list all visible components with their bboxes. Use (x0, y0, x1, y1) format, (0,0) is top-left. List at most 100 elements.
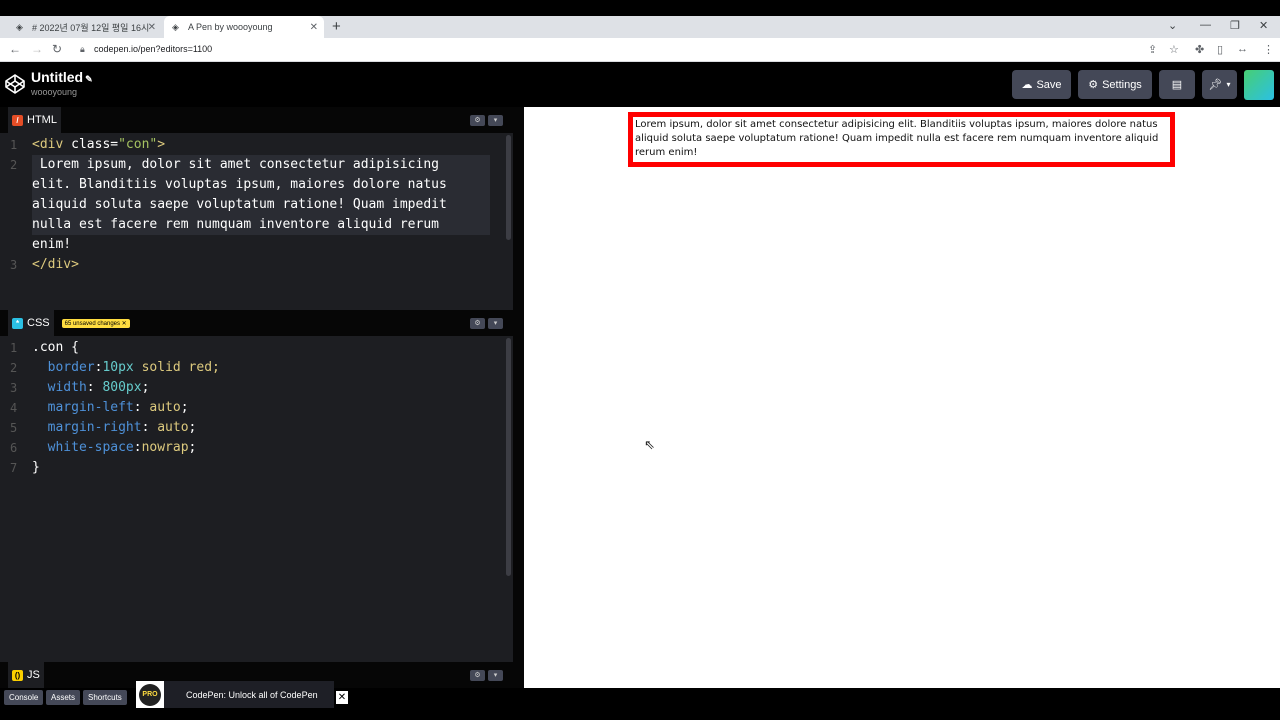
gear-icon[interactable]: ⚙ (470, 114, 485, 126)
code-line: margin-left: auto; (32, 398, 189, 418)
line-number: 3 (10, 258, 18, 272)
code-token: class= (63, 137, 119, 152)
gear-icon: ⚙ (1088, 79, 1099, 91)
code-line: nulla est facere rem numquam inventore a… (32, 215, 490, 235)
chevron-down-icon[interactable]: ▾ (488, 114, 503, 126)
forward-icon[interactable]: → (31, 42, 43, 56)
code-token: 800px (102, 380, 142, 395)
html-editor-controls: ⚙ ▾ (470, 114, 503, 126)
close-icon[interactable]: ✕ (336, 691, 348, 704)
code-line: Lorem ipsum, dolor sit amet consectetur … (32, 155, 490, 175)
code-token: auto (149, 400, 181, 415)
lock-icon: 🔒︎ (80, 44, 85, 54)
preview-pane[interactable]: Lorem ipsum, dolor sit amet consectetur … (524, 107, 1280, 688)
code-token: nowrap (141, 440, 189, 455)
codepen-header: Untitled ✎ woooyoung ☁ Save ⚙ Settings ▤ … (0, 63, 1280, 106)
line-number: 2 (10, 158, 18, 172)
pin-menu-button[interactable]: 📌︎ ▾ (1202, 70, 1237, 99)
url-field[interactable]: codepen.io/pen?editors=1100 (94, 44, 212, 54)
code-token: <div (32, 137, 64, 152)
css-code-area[interactable]: 1 2 3 4 5 6 7 .con { border:10px solid r… (0, 338, 513, 668)
code-token: 10px (102, 360, 134, 375)
extensions-icon[interactable]: ✤ (1195, 43, 1204, 56)
pen-title-text: Untitled (31, 69, 84, 85)
reload-icon[interactable]: ↻ (52, 42, 62, 56)
pen-author[interactable]: woooyoung (31, 87, 77, 97)
chevron-down-icon: ▾ (1226, 80, 1231, 89)
browser-tab-inactive[interactable]: ◈ # 2022년 07월 12일 평일 16시 ✕ (8, 16, 162, 38)
line-number: 7 (10, 461, 18, 475)
settings-button[interactable]: ⚙ Settings (1078, 70, 1152, 99)
tab-js[interactable]: () JS (8, 662, 44, 688)
line-number: 3 (10, 381, 18, 395)
share-icon[interactable]: ⇪ (1148, 43, 1157, 56)
line-number: 1 (10, 138, 18, 152)
code-token: > (157, 137, 166, 152)
line-number: 5 (10, 421, 18, 435)
settings-label: Settings (1102, 78, 1142, 91)
chevron-down-icon[interactable]: ▾ (488, 669, 503, 681)
layout-icon: ▤ (1171, 79, 1183, 91)
chevron-down-icon[interactable]: ▾ (488, 317, 503, 329)
save-button[interactable]: ☁ Save (1012, 70, 1071, 99)
shortcuts-button[interactable]: Shortcuts (83, 690, 127, 705)
pro-promo-banner[interactable]: PRO CodePen: Unlock all of CodePen (136, 681, 334, 708)
side-panel-icon[interactable]: ▯ (1217, 43, 1223, 56)
code-line: </div> (32, 257, 79, 272)
line-number: 1 (10, 341, 18, 355)
tab-css[interactable]: * CSS (8, 310, 54, 336)
line-number: 2 (10, 361, 18, 375)
code-line: white-space:nowrap; (32, 438, 197, 458)
scrollbar[interactable] (506, 135, 511, 240)
code-line: elit. Blanditiis voluptas ipsum, maiores… (32, 175, 490, 195)
gear-icon[interactable]: ⚙ (470, 669, 485, 681)
browser-tab-active[interactable]: ◈ A Pen by woooyoung ✕ (164, 16, 324, 38)
css-editor-controls: ⚙ ▾ (470, 317, 503, 329)
bookmark-star-icon[interactable]: ☆ (1169, 43, 1179, 56)
pen-title[interactable]: Untitled ✎ (31, 69, 93, 85)
code-token: auto (157, 420, 189, 435)
new-tab-button[interactable]: + (332, 18, 341, 35)
tab-label: # 2022년 07월 12일 평일 16시 (32, 22, 150, 33)
code-token: : (86, 380, 103, 395)
code-token: ; (188, 420, 197, 435)
back-icon[interactable]: ← (9, 42, 21, 56)
code-token: white-space (47, 440, 134, 455)
js-tab-label: JS (27, 669, 40, 681)
code-line: width: 800px; (32, 378, 150, 398)
gear-icon[interactable]: ⚙ (470, 317, 485, 329)
edit-pencil-icon[interactable]: ✎ (85, 74, 93, 84)
scrollbar[interactable] (506, 338, 511, 576)
browser-tab-bar: ◈ # 2022년 07월 12일 평일 16시 ✕ ◈ A Pen by wo… (0, 16, 1280, 38)
pro-badge-label: PRO (139, 683, 161, 706)
close-tab-icon[interactable]: ✕ (310, 22, 318, 33)
html-code-area[interactable]: 1 2 3 <div class="con"> Lorem ipsum, dol… (0, 135, 513, 310)
code-line: } (32, 460, 40, 475)
close-tab-icon[interactable]: ✕ (148, 22, 156, 33)
avatar[interactable] (1244, 70, 1274, 100)
css-editor-header: * CSS 65 unsaved changes ✕ ⚙ ▾ (0, 310, 513, 336)
menu-kebab-icon[interactable]: ⋮ (1263, 43, 1274, 56)
code-token: : (133, 440, 142, 455)
code-line: .con { (32, 340, 79, 355)
console-button[interactable]: Console (4, 690, 44, 705)
css-tab-label: CSS (27, 317, 50, 329)
close-window-icon[interactable]: ✕ (1259, 19, 1268, 32)
assets-button[interactable]: Assets (46, 690, 81, 705)
code-line: <div class="con"> (32, 135, 165, 155)
tab-search-icon[interactable]: ⌄ (1168, 19, 1177, 32)
code-token: : (141, 420, 158, 435)
change-view-button[interactable]: ▤ (1159, 70, 1195, 99)
html-tab-label: HTML (27, 114, 57, 126)
editor-resizer[interactable] (513, 107, 524, 688)
codepen-logo-icon[interactable] (5, 74, 25, 94)
code-line: margin-right: auto; (32, 418, 197, 438)
code-token: ; (188, 440, 197, 455)
code-token: border (47, 360, 95, 375)
tab-html[interactable]: / HTML (8, 107, 61, 133)
minimize-icon[interactable]: — (1200, 19, 1211, 31)
unsaved-changes-badge[interactable]: 65 unsaved changes ✕ (61, 318, 130, 328)
js-editor-controls: ⚙ ▾ (470, 669, 503, 681)
restore-icon[interactable]: ❐ (1230, 19, 1240, 32)
resize-arrows-icon[interactable]: ↔ (1237, 43, 1248, 55)
